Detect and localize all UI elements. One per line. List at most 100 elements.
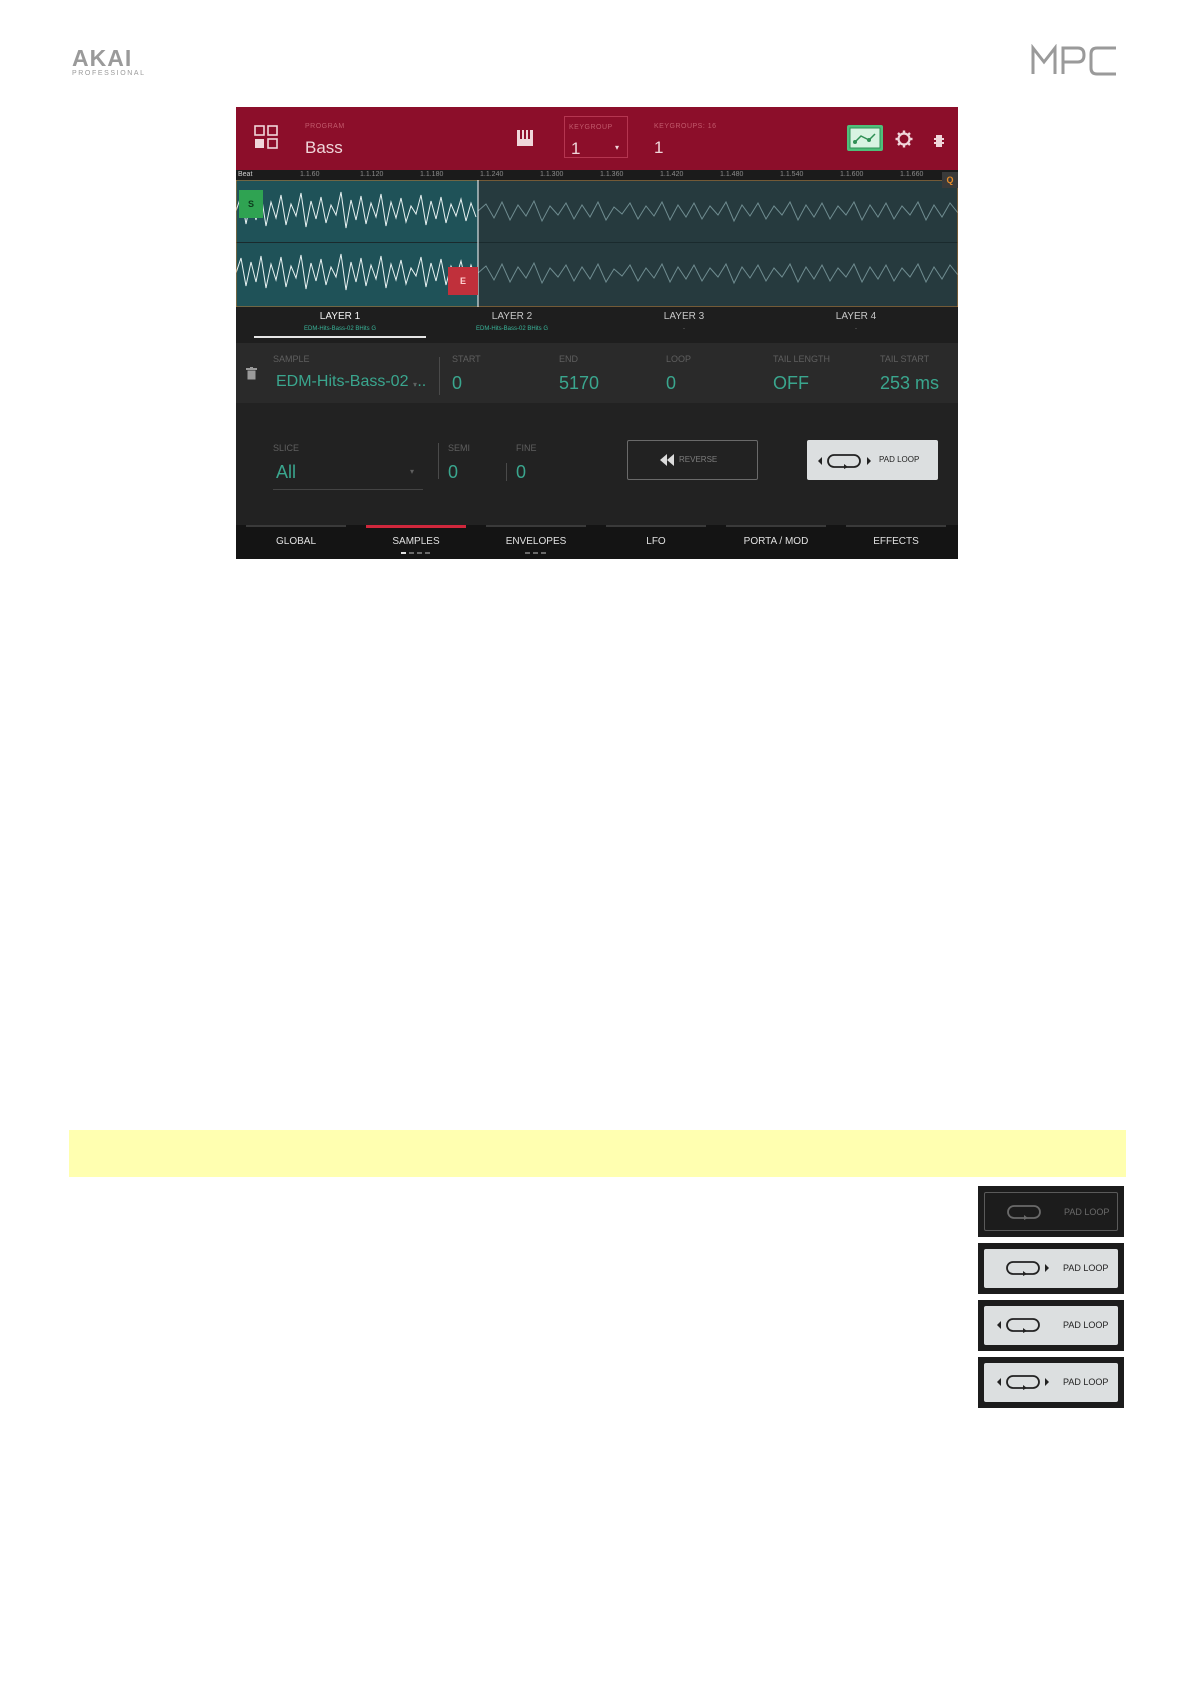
pad-loop-state-alternating: PAD LOOP [978,1357,1124,1408]
reverse-label: REVERSE [679,455,718,464]
pad-loop-chip: PAD LOOP [984,1363,1118,1402]
keyboard-icon[interactable] [516,129,534,152]
layer-sample-name: - [855,326,857,332]
layer-tab-1[interactable]: LAYER 1 EDM-Hits-Bass-02 BHits G [254,311,426,338]
layer-tabs: LAYER 1 EDM-Hits-Bass-02 BHits G LAYER 2… [236,307,958,343]
keygroup-selector[interactable]: KEYGROUP 1 ▾ [564,116,628,158]
end-marker[interactable]: E [448,267,478,295]
slice-label: SLICE [273,443,300,453]
program-top-bar: PROGRAM Bass KEYGROUP 1 ▾ KEYGROUPS: 16 … [236,107,958,170]
layer-tab-3[interactable]: LAYER 3 - [598,311,770,332]
reverse-button[interactable]: REVERSE [627,440,758,480]
tab-indicator [606,525,706,527]
divider [506,463,507,481]
start-value[interactable]: 0 [452,373,462,394]
waveform-view[interactable]: Beat 1.1.60 1.1.120 1.1.180 1.1.240 1.1.… [236,170,958,307]
slice-underline [273,489,423,490]
tab-lfo[interactable]: LFO [596,525,716,559]
tab-label: SAMPLES [392,536,440,547]
automation-icon[interactable] [847,125,883,151]
layer-title: LAYER 2 [491,311,533,322]
q-link-marker[interactable]: Q [942,172,958,188]
keygroups-count-value: 1 [654,138,664,157]
tab-label: EFFECTS [873,536,919,547]
pad-loop-chip: PAD LOOP [984,1249,1118,1288]
fine-label: FINE [516,443,537,453]
trash-icon[interactable] [246,367,257,385]
pad-loop-label: PAD LOOP [879,455,920,464]
tab-label: LFO [646,536,666,547]
tail-start-label: TAIL START [880,354,930,364]
rewind-icon [660,453,674,471]
semi-value[interactable]: 0 [448,462,458,483]
chevron-down-icon: ▾ [410,467,415,476]
tab-indicator-active [366,525,466,528]
semi-label: SEMI [448,443,471,453]
tab-global[interactable]: GLOBAL [236,525,356,559]
tail-start-value[interactable]: 253 ms [880,373,939,394]
keygroup-value: 1 [571,139,581,158]
chevron-down-icon: ▾ [615,143,620,152]
layer-title: LAYER 4 [835,311,877,322]
start-marker[interactable]: S [239,190,263,218]
tuning-controls: SLICE All ▾ SEMI 0 FINE 0 REVERSE PAD LO… [236,403,958,525]
ruler-tick: 1.1.60 [300,171,320,178]
pad-loop-state-forward: PAD LOOP [978,1243,1124,1294]
layer-sample-name: EDM-Hits-Bass-02 BHits G [475,326,548,332]
program-edit-screenshot: PROGRAM Bass KEYGROUP 1 ▾ KEYGROUPS: 16 … [236,107,958,559]
tab-samples[interactable]: SAMPLES [356,525,476,559]
tail-length-value[interactable]: OFF [773,373,809,394]
pad-loop-chip-label: PAD LOOP [1064,1207,1110,1217]
layer-title: LAYER 3 [663,311,705,322]
pad-loop-chip-label: PAD LOOP [1063,1377,1109,1387]
note-highlight-bar [69,1130,1126,1177]
akai-logo-word: AKAI [72,45,133,71]
tab-indicator [246,525,346,527]
loop-value[interactable]: 0 [666,373,676,394]
fine-value[interactable]: 0 [516,462,526,483]
tab-effects[interactable]: EFFECTS [836,525,956,559]
program-name[interactable]: Bass [305,138,343,158]
tab-indicator [726,525,826,527]
tab-label: PORTA / MOD [743,536,809,547]
battery-icon [934,134,944,152]
start-label: START [452,354,481,364]
slice-value[interactable]: All [276,462,296,483]
pad-loop-state-reverse: PAD LOOP [978,1300,1124,1351]
akai-professional-logo: AKAI PROFESSIONAL [72,45,152,77]
sample-name-field[interactable]: EDM-Hits-Bass-02 ... [276,373,426,391]
layer-tab-4[interactable]: LAYER 4 - [770,311,942,332]
pad-loop-chip: PAD LOOP [984,1306,1118,1345]
end-label: END [559,354,579,364]
mpc-logo [1030,43,1120,76]
akai-logo-subtitle: PROFESSIONAL [72,70,146,77]
gear-icon[interactable] [895,130,913,153]
tab-porta-mod[interactable]: PORTA / MOD [716,525,836,559]
ruler-tick: 1.1.540 [780,171,804,178]
layer-title: LAYER 1 [319,311,361,322]
pad-loop-state-off: PAD LOOP [978,1186,1124,1237]
ruler-tick: 1.1.180 [420,171,444,178]
program-label: PROGRAM [305,123,345,130]
layer-tab-2[interactable]: LAYER 2 EDM-Hits-Bass-02 BHits G [426,311,598,332]
program-tabs: GLOBAL SAMPLES ENVELOPES LFO PORTA / MOD… [236,525,958,559]
loop-label: LOOP [666,354,692,364]
end-value[interactable]: 5170 [559,373,599,394]
pad-loop-button[interactable]: PAD LOOP [807,440,938,480]
layer-sample-name: - [683,326,685,332]
ruler-tick: 1.1.360 [600,171,624,178]
divider [438,443,439,479]
tab-indicator [846,525,946,527]
chevron-down-icon: ▾ [413,380,418,389]
page-dots [396,552,436,555]
pad-loop-chip-label: PAD LOOP [1063,1263,1109,1273]
ruler-mode-label: Beat [238,171,253,178]
keygroups-count-label: KEYGROUPS: 16 [654,123,717,130]
page-dots [520,552,552,555]
ruler-tick: 1.1.660 [900,171,924,178]
tab-envelopes[interactable]: ENVELOPES [476,525,596,559]
sample-label: SAMPLE [273,354,310,364]
active-layer-underline [254,336,426,338]
grid-menu-icon[interactable] [254,125,278,154]
loop-forward-icon [1006,1260,1052,1281]
